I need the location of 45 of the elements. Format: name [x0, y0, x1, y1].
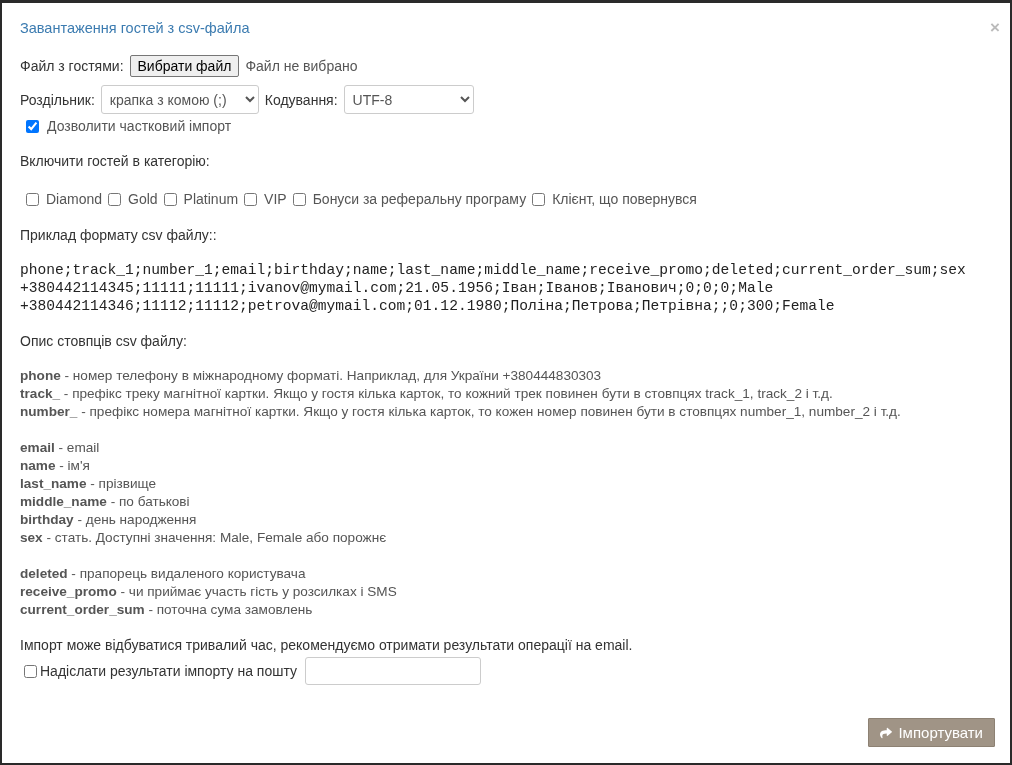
file-label: Файл з гостями:: [20, 58, 124, 74]
separator-label: Роздільник:: [20, 91, 95, 108]
choose-file-button[interactable]: Вибрати файл: [129, 55, 240, 77]
csv-example-line: phone;track_1;number_1;email;birthday;name;last_name;middle_name;receive_promo;deleted;current_order_sum;sex: [20, 261, 967, 279]
column-description: birthday - день народження: [20, 511, 198, 529]
encoding-label: Кодування:: [264, 91, 338, 108]
encoding-select[interactable]: UTF-8: [343, 85, 474, 114]
dialog-title: Завантаження гостей з csv-файла: [20, 20, 250, 36]
category-checkbox[interactable]: [292, 192, 306, 206]
category-label: Бонуси за реферальну програму: [312, 191, 527, 207]
category-checkbox[interactable]: [532, 192, 546, 206]
example-heading: Приклад формату csv файлу::: [20, 227, 218, 243]
category-label: Клієнт, що повернувся: [552, 191, 697, 207]
column-description: email - email: [20, 439, 101, 457]
column-description: sex - стать. Доступні значення: Male, Female або порожнє: [20, 529, 388, 547]
send-results-checkbox[interactable]: [24, 664, 37, 678]
category-label: VIP: [264, 191, 287, 207]
csv-example-line: +380442114345;11111;11111;ivanov@mymail.com;21.05.1956;Іван;Іванов;Іванович;0;0;0;Male: [20, 279, 775, 297]
category-label: Gold: [128, 191, 158, 207]
partial-import-checkbox[interactable]: [26, 119, 39, 133]
category-checkbox[interactable]: [244, 192, 258, 206]
category-label: Platinum: [183, 191, 239, 207]
column-description: receive_promo - чи приймає участь гість у розсилках і SMS: [20, 583, 398, 601]
column-description: name - ім'я: [20, 457, 91, 475]
column-description: last_name - прізвище: [20, 475, 158, 493]
column-description: middle_name - по батькові: [20, 493, 191, 511]
file-status: Файл не вибрано: [245, 58, 359, 74]
email-input-field[interactable]: [305, 657, 481, 685]
import-note: Імпорт може відбуватися тривалий час, рекомендуємо отримати результати операції на email.: [20, 637, 634, 653]
send-results-label: Надіслати результати імпорту на пошту: [40, 663, 297, 679]
column-description: phone - номер телефону в міжнародному форматі. Наприклад, для України +380444830303: [20, 367, 603, 385]
category-checkbox[interactable]: [26, 192, 39, 206]
partial-import-label: Дозволити частковий імпорт: [47, 118, 232, 134]
columns-heading: Опис стовпців csv файлу:: [20, 333, 188, 349]
csv-example-line: +380442114346;11112;11112;petrova@mymail.com;01.12.1980;Поліна;Петрова;Петрівна;;0;300;Female: [20, 297, 836, 315]
category-checkbox[interactable]: [163, 192, 177, 206]
category-label: Diamond: [46, 191, 103, 207]
separator-select[interactable]: крапка з комою (;): [100, 85, 259, 114]
column-description: number_ - префікс номера магнітної картки. Якщо у гостя кілька карток, то кожен номер повинен бути в стовпцях number_1, number_2 і т.д.: [20, 403, 902, 421]
category-checkbox[interactable]: [108, 192, 122, 206]
share-arrow-icon: [880, 726, 893, 739]
column-description: track_ - префікс треку магнітної картки. Якщо у гостя кілька карток, то кожний трек повинен бути в стовпцях track_1, track_2 і т.д.: [20, 385, 834, 403]
column-description: deleted - прапорець видаленого користувача: [20, 565, 307, 583]
categories-heading: Включити гостей в категорію:: [20, 153, 211, 169]
column-description: current_order_sum - поточна сума замовлень: [20, 601, 314, 619]
